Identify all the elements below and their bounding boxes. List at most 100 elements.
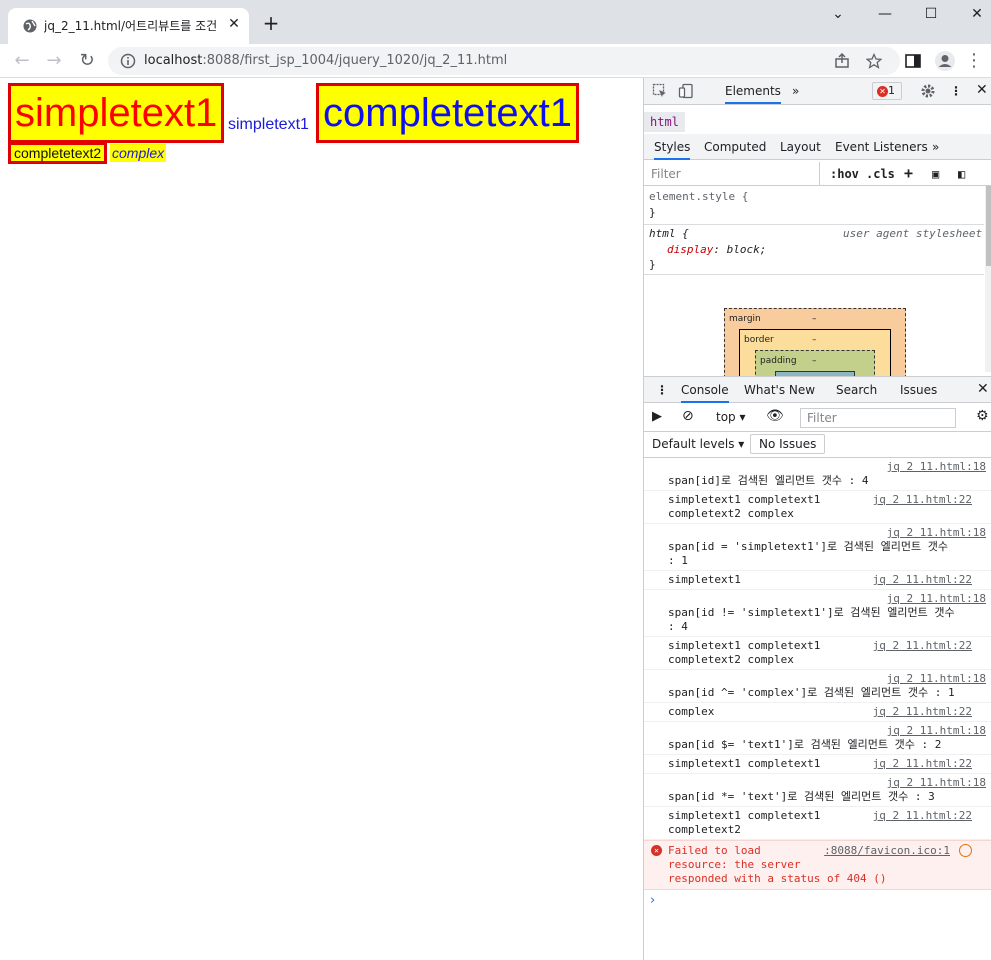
minimize-button[interactable]: — <box>862 0 908 30</box>
console-source-link[interactable]: jq 2 11.html:18 <box>668 592 986 606</box>
tab-styles[interactable]: Styles <box>654 140 691 160</box>
side-panel-icon[interactable] <box>902 50 924 72</box>
console-toolbar: ▶︎ ⊘ top ▾ 👁 Filter ⚙ <box>644 404 991 432</box>
console-prompt[interactable]: › <box>644 890 991 911</box>
inspect-element-icon[interactable] <box>652 83 668 99</box>
element-state-icon[interactable]: ▣ <box>932 167 939 181</box>
rule-element-style: element.style { <box>649 190 749 203</box>
tab-search-icon[interactable]: ⌄ <box>815 0 861 30</box>
more-subtabs-icon[interactable]: » <box>932 140 939 154</box>
console-log-text: span[id = 'simpletext1']로 검색된 엘리먼트 갯수 : … <box>668 540 949 567</box>
reload-button[interactable]: ↻ <box>75 49 99 73</box>
simpletext1-plain: simpletext1 <box>228 116 309 133</box>
console-source-link[interactable]: jq 2 11.html:18 <box>668 776 986 790</box>
console-source-link[interactable]: jq 2 11.html:22 <box>873 639 972 653</box>
browser-tab[interactable]: jq_2_11.html/어트리뷰트를 조건 ✕ <box>8 8 249 44</box>
console-error-source-link[interactable]: :8088/favicon.ico:1 <box>824 844 950 858</box>
url-text[interactable]: localhost:8088/first_jsp_1004/jquery_102… <box>144 53 507 68</box>
close-devtools-icon[interactable]: ✕ <box>976 82 988 98</box>
tab-event-listeners[interactable]: Event Listeners <box>835 140 928 154</box>
styles-scrollbar[interactable] <box>985 186 991 372</box>
live-expression-eye-icon[interactable]: 👁 <box>766 408 784 424</box>
console-filter-placeholder: Filter <box>807 411 837 425</box>
insight-bulb-icon[interactable] <box>959 844 972 857</box>
settings-gear-icon[interactable] <box>920 83 936 99</box>
rule-html-close: } <box>649 258 656 271</box>
console-filter-input[interactable]: Filter <box>800 408 956 428</box>
no-issues-button[interactable]: No Issues <box>750 434 826 454</box>
console-source-link[interactable]: jq 2 11.html:18 <box>668 526 986 540</box>
back-button[interactable]: ← <box>10 49 34 73</box>
tab-elements[interactable]: Elements <box>725 84 781 104</box>
maximize-button[interactable]: ☐ <box>908 0 954 30</box>
console-source-link[interactable]: jq 2 11.html:22 <box>873 705 972 719</box>
breadcrumb-html[interactable]: html <box>644 112 685 132</box>
tab-whats-new[interactable]: What's New <box>744 383 815 397</box>
css-value: block; <box>726 243 767 256</box>
new-rule-icon[interactable]: + <box>904 164 913 182</box>
menu-kebab-icon[interactable]: ⋮ <box>962 49 986 73</box>
browser-toolbar: ← → ↻ localhost:8088/first_jsp_1004/jque… <box>0 44 991 78</box>
address-bar[interactable]: localhost:8088/first_jsp_1004/jquery_102… <box>108 47 900 75</box>
box-model-margin: margin – border – padding – <box>724 308 906 381</box>
console-log-text: span[id]로 검색된 엘리먼트 갯수 : 4 <box>668 474 869 487</box>
bookmark-star-icon[interactable] <box>866 53 882 69</box>
console-source-link[interactable]: jq 2 11.html:18 <box>668 460 986 474</box>
toggle-sidebar-icon[interactable]: ◧ <box>958 167 965 181</box>
styles-filter-bar: Filter :hov .cls + ▣ ◧ <box>644 162 991 186</box>
console-sidebar-icon[interactable]: ▶︎ <box>652 409 662 424</box>
console-source-link[interactable]: jq 2 11.html:22 <box>873 757 972 771</box>
tab-close-icon[interactable]: ✕ <box>226 16 242 32</box>
close-window-button[interactable]: ✕ <box>954 0 991 30</box>
console-log-row: jq 2 11.html:18 span[id != 'simpletext1']… <box>644 590 991 637</box>
console-log-row: jq 2 11.html:18 span[id]로 검색된 엘리먼트 갯수 : 4 <box>644 458 991 491</box>
url-host: localhost <box>144 53 203 68</box>
page-content: simpletext1 simpletext1 completetext1 co… <box>0 78 643 960</box>
console-log-text: span[id $= 'text1']로 검색된 엘리먼트 갯수 : 2 <box>668 738 942 751</box>
profile-avatar-icon[interactable] <box>934 50 956 72</box>
console-source-link[interactable]: jq 2 11.html:18 <box>668 724 986 738</box>
console-settings-gear-icon[interactable]: ⚙ <box>976 408 989 424</box>
console-source-link[interactable]: jq 2 11.html:18 <box>668 672 986 686</box>
title-bar: jq_2_11.html/어트리뷰트를 조건 ✕ + ⌄ — ☐ ✕ <box>0 0 991 44</box>
console-source-link[interactable]: jq 2 11.html:22 <box>873 573 972 587</box>
console-log-row: jq 2 11.html:22 simpletext1 <box>644 571 991 590</box>
styles-filter-input[interactable]: Filter <box>644 162 820 186</box>
console-log-row: jq 2 11.html:22 complex <box>644 703 991 722</box>
box-model-border-label: border <box>744 335 774 345</box>
devtools-menu-icon[interactable]: ⋮ <box>950 84 962 98</box>
more-tabs-icon[interactable]: » <box>792 84 799 98</box>
console-error-message: ✕ :8088/favicon.ico:1 Failed to load res… <box>644 840 991 890</box>
tab-console[interactable]: Console <box>681 383 729 403</box>
context-select[interactable]: top ▾ <box>716 410 746 424</box>
tab-title: jq_2_11.html/어트리뷰트를 조건 <box>44 19 218 33</box>
cls-button[interactable]: .cls <box>866 167 895 181</box>
globe-icon <box>23 19 37 33</box>
hov-button[interactable]: :hov <box>830 167 859 181</box>
share-icon[interactable] <box>834 53 850 69</box>
device-toolbar-icon[interactable] <box>678 83 694 99</box>
clear-console-icon[interactable]: ⊘ <box>682 408 694 424</box>
url-path: :8088/first_jsp_1004/jquery_1020/jq_2_11… <box>202 53 508 68</box>
tab-layout[interactable]: Layout <box>780 140 821 154</box>
console-messages: jq 2 11.html:18 span[id]로 검색된 엘리먼트 갯수 : 4… <box>644 458 991 911</box>
drawer-menu-icon[interactable]: ⋮ <box>656 383 668 397</box>
scrollbar-thumb[interactable] <box>986 186 991 266</box>
default-levels-dropdown[interactable]: Default levels ▾ <box>652 437 744 451</box>
tab-computed[interactable]: Computed <box>704 140 766 154</box>
rule-html-source: user agent stylesheet <box>843 227 983 240</box>
close-drawer-icon[interactable]: ✕ <box>977 381 989 397</box>
new-tab-button[interactable]: + <box>259 12 283 36</box>
error-count-badge[interactable]: ✕ 1 <box>872 82 902 100</box>
console-log-text: simpletext1 <box>668 573 741 586</box>
forward-button[interactable]: → <box>42 49 66 73</box>
box-model-border: border – padding – <box>739 329 891 381</box>
rule-html-declaration: display: block; <box>667 243 767 256</box>
console-source-link[interactable]: jq 2 11.html:22 <box>873 809 972 823</box>
info-icon[interactable] <box>120 53 136 69</box>
console-source-link[interactable]: jq 2 11.html:22 <box>873 493 972 507</box>
tab-search[interactable]: Search <box>836 383 877 397</box>
console-log-row: jq 2 11.html:18 span[id ^= 'complex']로 검색… <box>644 670 991 703</box>
tab-issues[interactable]: Issues <box>900 383 937 397</box>
console-levels-bar: Default levels ▾ No Issues <box>644 432 991 458</box>
